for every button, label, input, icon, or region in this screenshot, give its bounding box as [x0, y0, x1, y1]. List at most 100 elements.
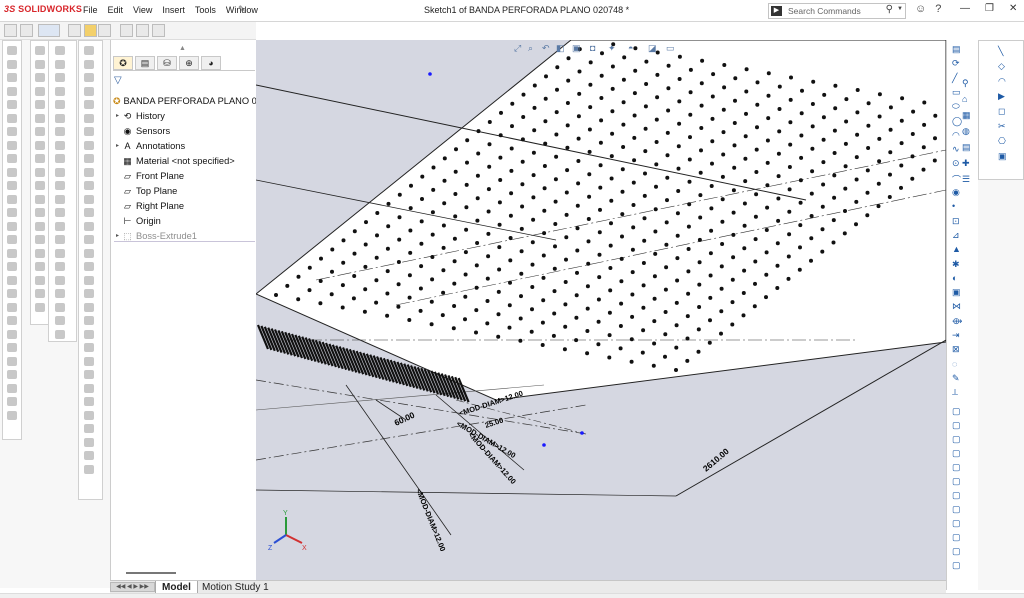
filter-icon[interactable]: ▽: [114, 75, 122, 86]
minimize-button[interactable]: —: [960, 3, 970, 14]
tree-item[interactable]: ▦ Material <not specified>: [113, 153, 257, 168]
sketch-command-icon[interactable]: ◇: [998, 61, 1005, 72]
command-icon[interactable]: ▢: [952, 434, 961, 445]
save-icon[interactable]: [98, 24, 111, 37]
command-icon[interactable]: [84, 181, 94, 190]
tab-dimxpert-manager[interactable]: ⊕: [179, 56, 199, 70]
panel-handle-icon[interactable]: ▲: [179, 45, 186, 52]
command-icon[interactable]: [84, 208, 94, 217]
sketch-tool-icon[interactable]: ▣: [952, 287, 961, 298]
select-tool-icon[interactable]: [38, 24, 60, 37]
user-icon[interactable]: ☺: [915, 3, 926, 15]
sketch-tool-icon[interactable]: ⇥: [952, 330, 960, 341]
command-icon[interactable]: [84, 221, 94, 231]
command-icon[interactable]: ▢: [952, 518, 961, 529]
menu-tools[interactable]: Tools: [190, 5, 221, 15]
sketch-tool-icon[interactable]: ◯: [952, 116, 962, 127]
command-icon[interactable]: [7, 410, 17, 420]
command-icon[interactable]: [35, 275, 45, 285]
dimension-text[interactable]: 25.00: [484, 416, 505, 430]
command-icon[interactable]: ▢: [952, 504, 961, 515]
expand-arrow-icon[interactable]: ▸: [113, 142, 122, 149]
command-icon[interactable]: [35, 100, 45, 109]
command-icon[interactable]: [35, 194, 45, 204]
command-icon[interactable]: [84, 397, 94, 406]
command-icon[interactable]: [84, 437, 94, 447]
sketch-tool-icon[interactable]: ✎: [952, 373, 960, 384]
command-icon[interactable]: [55, 329, 65, 339]
command-icon[interactable]: [84, 100, 94, 109]
sketch-tool-icon[interactable]: ⊿: [952, 230, 960, 241]
model-view[interactable]: 60.00 2610.00 <MOD-DIAM>12.00 <MOD-DIAM>…: [256, 40, 946, 580]
sketch-point[interactable]: [580, 431, 584, 435]
graphics-area[interactable]: 60.00 2610.00 <MOD-DIAM>12.00 <MOD-DIAM>…: [256, 40, 946, 580]
command-icon[interactable]: [84, 59, 94, 69]
command-icon[interactable]: [84, 410, 94, 420]
command-icon[interactable]: [35, 59, 45, 69]
command-icon[interactable]: [55, 73, 65, 82]
tree-item[interactable]: ✪ BANDA PERFORADA PLANO 020: [113, 93, 267, 108]
command-icon[interactable]: [84, 167, 94, 177]
command-icon[interactable]: [84, 370, 94, 379]
command-icon[interactable]: [7, 59, 17, 69]
dimension-text[interactable]: <MOD-DIAM>12.00: [414, 487, 447, 552]
command-icon[interactable]: [84, 302, 94, 312]
sketch-tool-icon[interactable]: •: [952, 201, 955, 211]
sketch-tool-icon[interactable]: ⊡: [952, 216, 960, 227]
tree-item[interactable]: ◉ Sensors: [113, 123, 257, 138]
command-icon[interactable]: [35, 289, 45, 298]
command-icon[interactable]: [55, 167, 65, 177]
command-icon[interactable]: ▢: [952, 546, 961, 557]
search-commands-field[interactable]: ▶ Search Commands ⚲ ▼: [768, 3, 906, 19]
task-pane-icon[interactable]: ☰: [962, 174, 970, 185]
sketch-point[interactable]: [428, 72, 432, 76]
command-icon[interactable]: [55, 154, 65, 163]
sketch-tool-icon[interactable]: ⟴: [952, 316, 962, 327]
task-pane-icon[interactable]: ⌂: [962, 94, 967, 104]
command-icon[interactable]: [55, 316, 65, 325]
command-icon[interactable]: [35, 248, 45, 258]
command-icon[interactable]: [84, 127, 94, 136]
task-pane-icon[interactable]: ◍: [962, 126, 970, 137]
command-icon[interactable]: [7, 86, 17, 96]
command-icon[interactable]: ▢: [952, 420, 961, 431]
sketch-tool-icon[interactable]: ◐: [952, 273, 957, 283]
command-icon[interactable]: [7, 262, 17, 271]
sketch-tool-icon[interactable]: ⟂: [952, 387, 958, 398]
command-icon[interactable]: [55, 248, 65, 258]
horizontal-scrollbar[interactable]: [126, 572, 176, 574]
command-icon[interactable]: [55, 140, 65, 150]
pin-icon[interactable]: ✎: [238, 4, 246, 15]
menu-view[interactable]: View: [128, 5, 157, 15]
sketch-tool-icon[interactable]: ◉: [952, 187, 960, 198]
command-icon[interactable]: [35, 235, 45, 244]
command-icon[interactable]: [84, 140, 94, 150]
command-icon[interactable]: [84, 73, 94, 82]
sketch-command-icon[interactable]: ▣: [998, 151, 1007, 162]
command-icon[interactable]: ▢: [952, 532, 961, 543]
app-logo[interactable]: 3S SOLIDWORKS: [4, 4, 82, 14]
command-icon[interactable]: [35, 127, 45, 136]
command-icon[interactable]: [35, 167, 45, 177]
close-button[interactable]: ✕: [1009, 3, 1017, 14]
command-icon[interactable]: [84, 424, 94, 433]
tree-item[interactable]: ▸ A Annotations: [113, 138, 257, 153]
command-icon[interactable]: [7, 248, 17, 258]
command-icon[interactable]: [55, 127, 65, 136]
sketch-tool-icon[interactable]: ⊠: [952, 344, 960, 355]
command-icon[interactable]: [84, 383, 94, 393]
camera-icon[interactable]: [120, 24, 133, 37]
command-icon[interactable]: [7, 316, 17, 325]
task-pane-icon[interactable]: ▤: [962, 142, 971, 153]
command-icon[interactable]: [55, 302, 65, 312]
task-pane-icon[interactable]: ⚲: [962, 78, 969, 89]
command-icon[interactable]: [55, 100, 65, 109]
tree-item[interactable]: ▱ Front Plane: [113, 168, 257, 183]
perforated-plate[interactable]: [256, 40, 946, 401]
sketch-tool-icon[interactable]: ⌒: [952, 173, 961, 186]
command-icon[interactable]: [7, 302, 17, 312]
command-icon[interactable]: [55, 113, 65, 123]
command-icon[interactable]: [84, 275, 94, 285]
command-icon[interactable]: ▢: [952, 490, 961, 501]
command-icon[interactable]: [84, 356, 94, 366]
